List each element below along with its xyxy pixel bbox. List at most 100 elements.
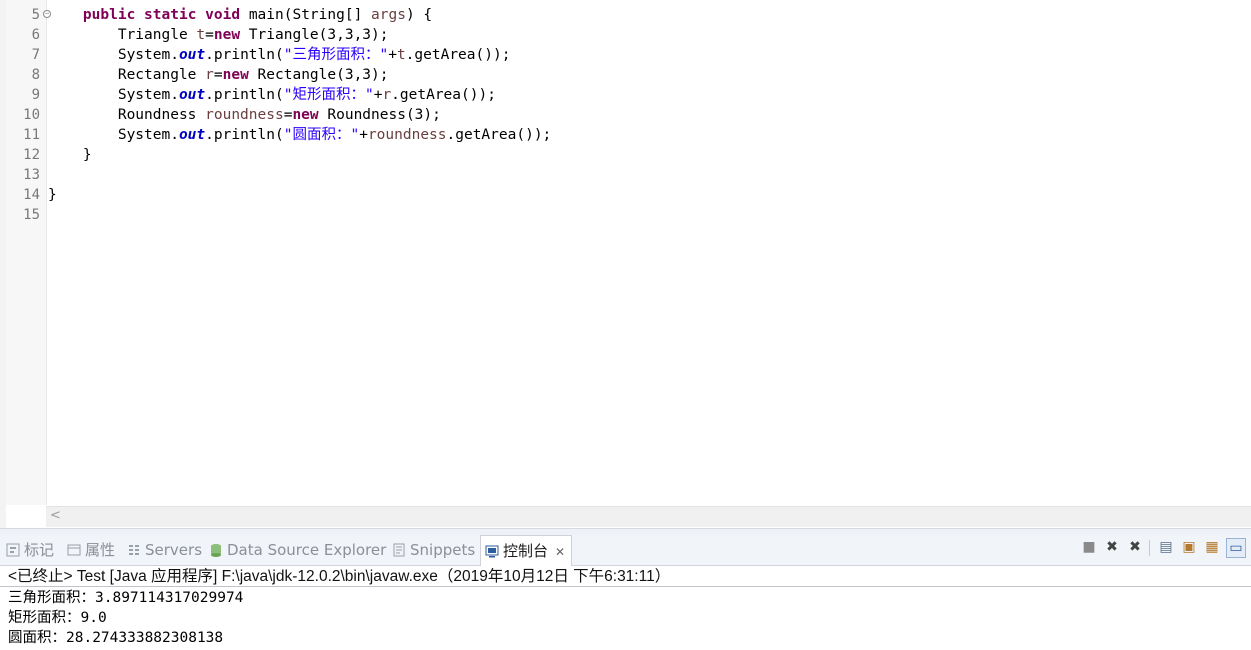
line-number: 9 — [31, 87, 40, 103]
code-token: = — [213, 67, 223, 83]
code-token: .getArea()); — [405, 47, 511, 63]
toolbar-divider — [1149, 540, 1150, 556]
tab-data-source-explorer-label: Data Source Explorer — [227, 541, 387, 559]
code-token: Triangle — [48, 27, 197, 43]
code-line[interactable]: public static void main(String[] args) { — [48, 5, 551, 25]
code-token: } — [48, 147, 92, 163]
console-header-divider — [0, 586, 1251, 587]
code-token: main(String[] — [240, 7, 372, 23]
code-line[interactable]: System.out.println("三角形面积："+t.getArea())… — [48, 45, 551, 65]
snippets-icon — [392, 537, 406, 557]
line-number: 10 — [23, 107, 40, 123]
terminate-button[interactable]: ■ — [1080, 538, 1098, 556]
code-token: new — [213, 27, 241, 43]
code-token: + — [359, 127, 368, 143]
line-number: 8 — [31, 67, 40, 83]
code-token: .getArea()); — [391, 87, 496, 103]
code-token: Roundness — [48, 107, 206, 123]
code-token: Rectangle(3,3); — [248, 67, 389, 83]
code-line[interactable]: Roundness roundness=new Roundness(3); — [48, 105, 551, 125]
line-number: 13 — [23, 167, 40, 183]
tab-servers[interactable]: Servers — [127, 535, 202, 565]
code-token: r — [382, 87, 392, 103]
code-line[interactable] — [48, 205, 551, 225]
code-token: roundness — [205, 107, 284, 123]
code-token: t — [196, 27, 206, 43]
code-token: System. — [48, 127, 179, 143]
database-icon — [209, 537, 223, 557]
console-output-line: 矩形面积：9.0 — [8, 610, 107, 626]
bottom-panel-tabbar: 标记 属性 Servers Data Source Explorer Snipp… — [0, 535, 1251, 566]
tab-servers-label: Servers — [145, 541, 203, 559]
line-number: 12 — [23, 147, 40, 163]
pin-console-button[interactable]: ▦ — [1203, 538, 1221, 556]
close-icon[interactable]: ✕ — [555, 545, 565, 559]
code-token: .println( — [205, 87, 284, 103]
code-token: ) { — [405, 7, 433, 23]
servers-icon — [127, 537, 141, 555]
tab-data-source-explorer[interactable]: Data Source Explorer — [209, 535, 386, 565]
code-token: Rectangle — [48, 67, 206, 83]
code-line[interactable]: } — [48, 145, 551, 165]
code-token: "三角形面积：" — [283, 47, 389, 63]
code-token: new — [292, 107, 319, 123]
show-console-on-output-button[interactable]: ▣ — [1180, 538, 1198, 556]
remove-launch-button[interactable]: ✖ — [1103, 538, 1121, 556]
code-line[interactable]: } — [48, 185, 551, 205]
tab-snippets[interactable]: Snippets — [392, 535, 475, 565]
tab-markers[interactable]: 标记 — [6, 535, 54, 565]
code-token: out — [178, 47, 206, 63]
line-number-gutter: − 5 6 7 8 9 10 11 12 13 14 15 — [6, 0, 51, 505]
tab-console-label: 控制台 — [503, 542, 549, 560]
tab-properties[interactable]: 属性 — [67, 535, 115, 565]
code-token: public — [82, 7, 136, 23]
console-output-line: 三角形面积：3.897114317029974 — [8, 590, 244, 606]
display-selected-console-button[interactable]: ▭ — [1226, 538, 1246, 558]
code-token: static — [144, 7, 197, 23]
code-token: Triangle(3,3,3); — [240, 27, 389, 43]
code-token: "矩形面积：" — [283, 87, 374, 103]
line-number: 6 — [31, 27, 40, 43]
code-token: roundness — [367, 127, 447, 143]
code-line[interactable]: Triangle t=new Triangle(3,3,3); — [48, 25, 551, 45]
console-output-line: 圆面积：28.274333882308138 — [8, 630, 224, 646]
line-number: 15 — [23, 207, 40, 223]
code-token: .println( — [205, 47, 284, 63]
code-line[interactable]: Rectangle r=new Rectangle(3,3); — [48, 65, 551, 85]
scroll-lock-button[interactable]: ▤ — [1157, 538, 1175, 556]
line-number: 11 — [23, 127, 40, 143]
console-process-header: <已终止> Test [Java 应用程序] F:\java\jdk-12.0.… — [8, 568, 671, 585]
remove-all-terminated-button[interactable]: ✖ — [1126, 538, 1144, 556]
markers-icon — [6, 537, 20, 557]
code-token: } — [48, 187, 57, 203]
code-token: "圆面积：" — [283, 127, 360, 143]
code-token: args — [371, 7, 406, 23]
tab-snippets-label: Snippets — [410, 541, 476, 559]
line-number: 14 — [23, 187, 40, 203]
code-line[interactable]: System.out.println("矩形面积："+r.getArea()); — [48, 85, 551, 105]
line-number: 5 — [31, 7, 40, 23]
code-token: out — [178, 87, 206, 103]
code-token: r — [205, 67, 214, 83]
code-token: new — [222, 67, 249, 83]
code-token: out — [178, 127, 206, 143]
properties-icon — [67, 537, 81, 556]
scroll-left-icon[interactable]: < — [50, 508, 61, 523]
code-token: + — [388, 47, 397, 63]
code-token: System. — [48, 87, 179, 103]
code-line[interactable] — [48, 165, 551, 185]
console-view[interactable]: <已终止> Test [Java 应用程序] F:\java\jdk-12.0.… — [0, 566, 1251, 650]
code-token: .getArea()); — [446, 127, 552, 143]
code-token: .println( — [205, 127, 284, 143]
code-line[interactable]: System.out.println("圆面积："+roundness.getA… — [48, 125, 551, 145]
code-area[interactable]: public static void main(String[] args) {… — [48, 5, 551, 225]
tab-console[interactable]: 控制台 ✕ — [480, 535, 573, 566]
console-icon — [485, 538, 499, 558]
code-token: System. — [48, 47, 179, 63]
line-number: 7 — [31, 47, 40, 63]
code-editor[interactable]: − 5 6 7 8 9 10 11 12 13 14 15 public static void m… — [0, 0, 1251, 528]
horizontal-scrollbar[interactable]: < — [46, 506, 1251, 527]
